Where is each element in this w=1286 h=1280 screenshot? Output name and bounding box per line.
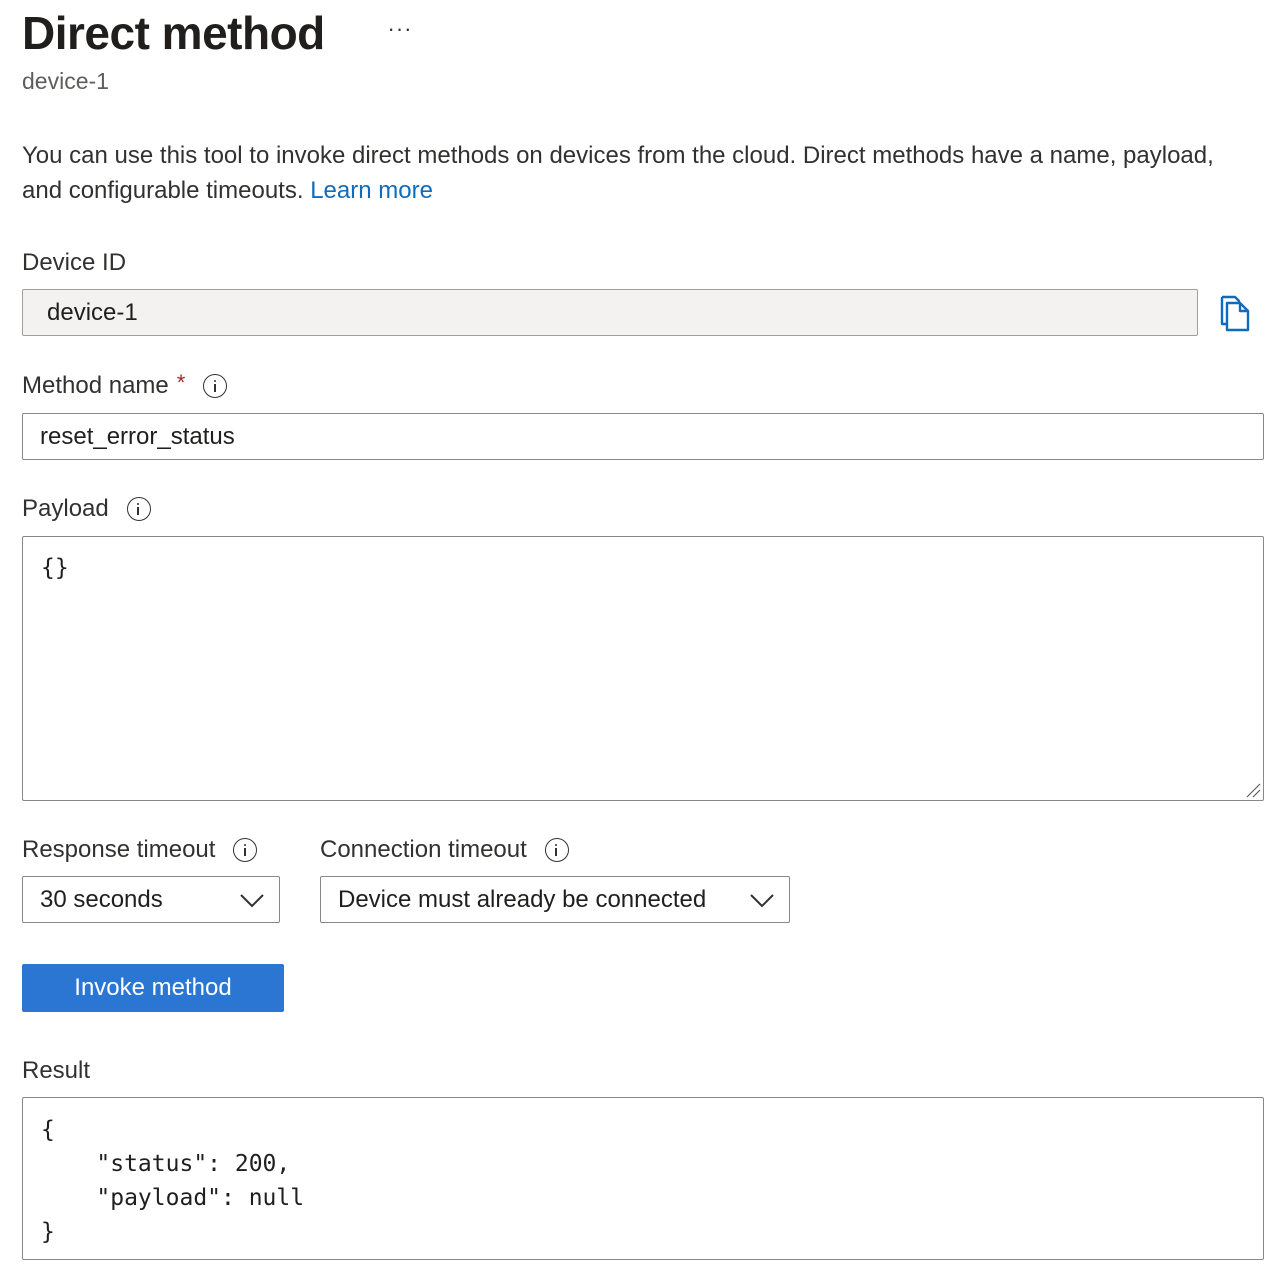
more-options-button[interactable]: ···: [384, 14, 416, 44]
device-id-label-text: Device ID: [22, 249, 127, 276]
response-timeout-label: Response timeout: [22, 835, 258, 865]
result-line: {: [41, 1117, 55, 1143]
info-icon[interactable]: [126, 497, 151, 521]
payload-textarea[interactable]: {}: [22, 536, 1264, 801]
payload-label: Payload: [22, 494, 151, 524]
method-name-input[interactable]: reset_error_status: [22, 413, 1264, 460]
description-body: You can use this tool to invoke direct m…: [22, 142, 1214, 204]
connection-timeout-label-text: Connection timeout: [320, 836, 527, 863]
info-icon[interactable]: [203, 374, 228, 398]
page-subtitle: device-1: [22, 68, 109, 94]
method-name-value: reset_error_status: [40, 422, 235, 450]
result-line: "status": 200,: [41, 1151, 291, 1177]
result-label-text: Result: [22, 1057, 91, 1084]
copy-button[interactable]: [1218, 294, 1252, 332]
copy-icon: [1220, 295, 1250, 332]
result-line: }: [41, 1219, 55, 1245]
chevron-down-icon: [750, 894, 774, 908]
result-label: Result: [22, 1056, 90, 1086]
chevron-down-icon: [240, 894, 264, 908]
connection-timeout-label: Connection timeout: [320, 835, 569, 865]
learn-more-link[interactable]: Learn more: [310, 177, 433, 204]
connection-timeout-value: Device must already be connected: [338, 885, 707, 913]
payload-label-text: Payload: [22, 495, 109, 522]
method-name-label-text: Method name: [22, 372, 169, 399]
info-icon[interactable]: [544, 838, 569, 862]
response-timeout-dropdown[interactable]: 30 seconds: [22, 876, 280, 923]
response-timeout-label-text: Response timeout: [22, 836, 216, 863]
response-timeout-value: 30 seconds: [40, 885, 163, 913]
info-icon[interactable]: [233, 838, 258, 862]
resize-grip-icon[interactable]: [1245, 782, 1261, 798]
device-id-label: Device ID: [22, 248, 126, 278]
description-text: You can use this tool to invoke direct m…: [22, 138, 1252, 208]
result-output: { "status": 200, "payload": null}: [22, 1097, 1264, 1260]
result-line: "payload": null: [41, 1185, 305, 1211]
device-id-value: device-1: [47, 298, 138, 326]
device-id-field: device-1: [22, 289, 1198, 336]
page-title: Direct method: [22, 7, 325, 59]
invoke-method-button[interactable]: Invoke method: [22, 964, 284, 1012]
payload-value: {}: [41, 555, 69, 581]
method-name-label: Method name *: [22, 370, 228, 401]
required-indicator: *: [176, 370, 186, 395]
connection-timeout-dropdown[interactable]: Device must already be connected: [320, 876, 790, 923]
